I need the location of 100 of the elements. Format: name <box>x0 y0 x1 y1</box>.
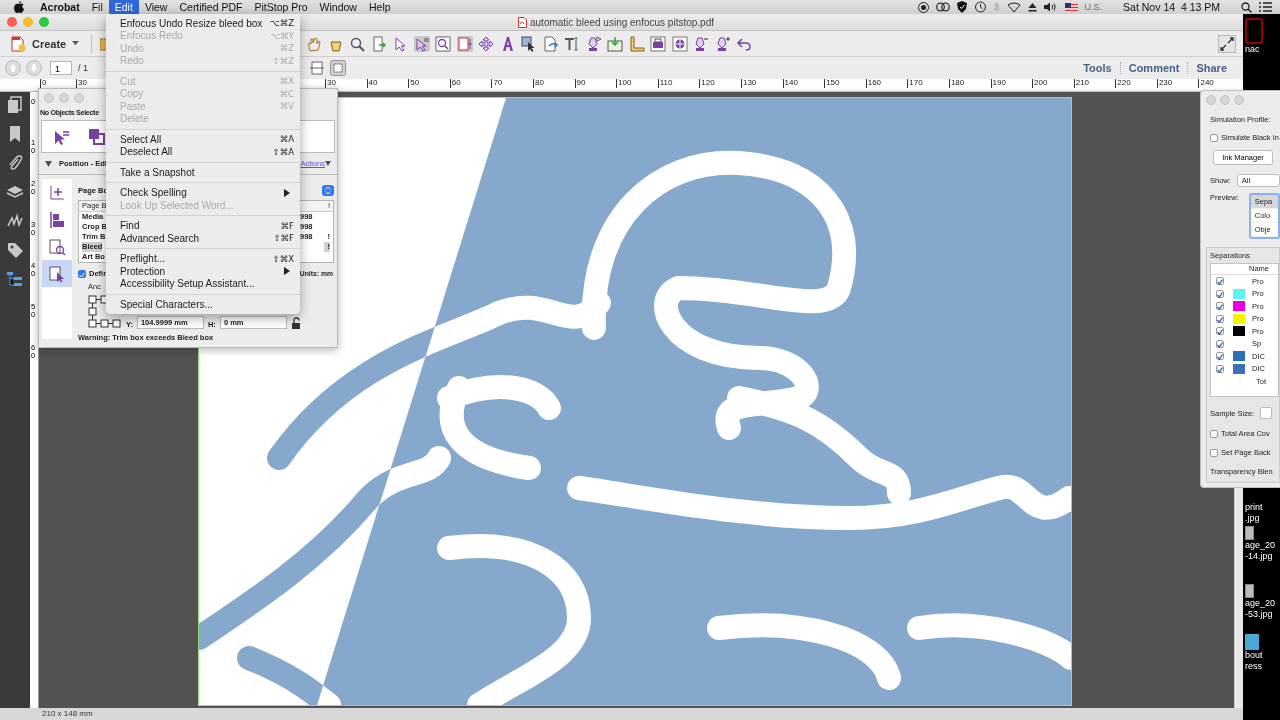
page-box-icon[interactable] <box>456 35 473 52</box>
keyboard-shortcut: ⇧⌘Z <box>272 55 294 66</box>
page-number-field[interactable]: 1 <box>50 61 72 75</box>
panel-link[interactable]: Tools <box>1075 62 1120 74</box>
globe-icon[interactable] <box>671 35 688 52</box>
hand-icon[interactable] <box>306 35 323 52</box>
checkbox[interactable] <box>1216 314 1224 323</box>
checkbox[interactable] <box>1216 302 1224 311</box>
ruler-label: 70 <box>491 79 533 88</box>
menu-item[interactable]: Advanced Search ⇧⌘F <box>106 232 300 245</box>
panel-link[interactable]: Comment <box>1119 62 1188 74</box>
checkbox[interactable] <box>1210 133 1218 142</box>
checkbox[interactable] <box>1210 429 1218 438</box>
menu-item[interactable]: Special Characters... <box>106 298 300 311</box>
menu-item[interactable]: Accessibility Setup Assistant... <box>106 277 300 290</box>
ruler-label: 240 <box>1198 79 1241 88</box>
menu-item[interactable]: Select All ⌘A <box>106 133 300 146</box>
clock-icon[interactable] <box>973 1 986 13</box>
pen-minus-icon[interactable] <box>693 35 710 52</box>
menu-item[interactable]: Protection <box>106 265 300 278</box>
checkbox[interactable] <box>1216 339 1224 348</box>
menu-item[interactable]: Fil <box>85 0 109 14</box>
file-name[interactable]: age_20 <box>1245 540 1276 551</box>
zoom-box-icon[interactable] <box>435 35 452 52</box>
app-icon[interactable] <box>1245 18 1263 44</box>
disclosure-triangle-icon[interactable] <box>45 160 52 167</box>
printer-icon[interactable] <box>650 35 667 52</box>
menu-item[interactable]: Certified PDF <box>173 0 249 14</box>
apple-icon[interactable] <box>14 1 24 13</box>
tray-arrow-icon[interactable] <box>607 35 624 52</box>
fit-width-icon[interactable] <box>310 61 324 75</box>
file-name[interactable]: .jpg <box>1245 513 1263 524</box>
eject-icon[interactable] <box>1027 2 1037 12</box>
search-icon[interactable] <box>1241 1 1252 13</box>
menu-item[interactable]: Check Spelling <box>106 186 300 199</box>
clock[interactable]: Sat Nov 14 4 13 PM <box>1123 1 1220 13</box>
menu-item[interactable]: Deselect All ⇧⌘A <box>106 145 300 158</box>
page-arrow-icon[interactable] <box>370 35 387 52</box>
signature-icon[interactable] <box>6 212 24 230</box>
menu-item[interactable]: Enfocus Undo Resize bleed box ⌥⌘Z <box>106 17 300 30</box>
volume-icon[interactable] <box>1043 2 1058 12</box>
tree-icon[interactable] <box>6 270 24 288</box>
text-cursor-icon[interactable] <box>564 35 581 52</box>
stepper-icon[interactable] <box>322 184 334 196</box>
keyboard-shortcut: ⌥⌘Z <box>269 18 294 29</box>
file-name[interactable]: bout <box>1245 650 1263 661</box>
menu-item[interactable]: Acrobat <box>34 0 86 14</box>
checkbox[interactable] <box>1216 352 1224 361</box>
tag-icon[interactable] <box>6 241 24 259</box>
anchor-grid-drawing[interactable] <box>88 295 122 329</box>
pen-plus-icon[interactable] <box>714 35 731 52</box>
menu-item[interactable]: Window <box>313 0 363 14</box>
lock-icon[interactable] <box>290 317 301 329</box>
keyboard-shortcut: ⇧⌘X <box>272 253 294 264</box>
file-name[interactable]: print <box>1245 502 1263 513</box>
menu-item[interactable]: View <box>138 0 174 14</box>
tool-tab[interactable] <box>42 260 72 287</box>
file-name[interactable]: -14.jpg <box>1245 551 1276 562</box>
ruler-label: 60 <box>449 79 492 88</box>
panel-link[interactable]: Share <box>1187 62 1235 74</box>
undo-arrow-icon[interactable] <box>736 35 753 52</box>
checkbox[interactable] <box>1216 364 1224 373</box>
pages-icon[interactable] <box>6 96 24 114</box>
overlapping-squares-icon[interactable] <box>88 127 106 146</box>
cursor-lines-icon[interactable] <box>413 35 430 52</box>
paperclip-icon[interactable] <box>6 154 24 172</box>
checkbox[interactable] <box>1210 448 1218 457</box>
fit-page-icon[interactable] <box>330 60 346 76</box>
page-count: / 1 <box>78 63 88 73</box>
caret-icon[interactable] <box>325 161 331 166</box>
move-arrows-icon[interactable] <box>478 35 495 52</box>
page-magnifier-icon <box>48 237 66 256</box>
file-name[interactable]: ress <box>1245 661 1263 672</box>
menu-item[interactable]: PitStop Pro <box>248 0 314 14</box>
magnifier-icon[interactable] <box>349 35 366 52</box>
record-icon[interactable] <box>917 1 929 13</box>
menu-item[interactable]: Preflight... ⇧⌘X <box>106 252 300 265</box>
layers-icon[interactable] <box>6 183 24 201</box>
page-refresh-icon[interactable] <box>542 35 559 52</box>
file-name[interactable]: -53.jpg <box>1245 609 1276 620</box>
file-name[interactable]: age_20 <box>1245 598 1276 609</box>
checkbox[interactable] <box>1216 277 1224 286</box>
expand-arrows-icon[interactable] <box>1218 34 1236 53</box>
checkbox[interactable] <box>1216 289 1224 298</box>
checkbox[interactable] <box>1216 327 1224 336</box>
ruler-label: 40 <box>366 79 409 88</box>
pen-flag-icon[interactable] <box>585 35 602 52</box>
cloud-rings-icon[interactable] <box>935 2 950 12</box>
wifi-icon[interactable] <box>1006 1 1021 13</box>
menu-item[interactable]: Help <box>362 0 397 14</box>
file-name[interactable]: nac <box>1245 44 1263 55</box>
input-source-label[interactable]: U.S. <box>1084 2 1103 12</box>
menu-item[interactable]: Take a Snapshot <box>106 166 300 179</box>
create-button[interactable]: Create <box>6 33 84 54</box>
menu-item[interactable]: Find ⌘F <box>106 219 300 232</box>
checkbox[interactable] <box>78 269 86 278</box>
menu-item[interactable]: Edit <box>108 0 139 14</box>
list-icon[interactable] <box>1259 2 1272 12</box>
flag-icon[interactable] <box>1064 2 1078 12</box>
shield-icon[interactable] <box>956 1 967 13</box>
